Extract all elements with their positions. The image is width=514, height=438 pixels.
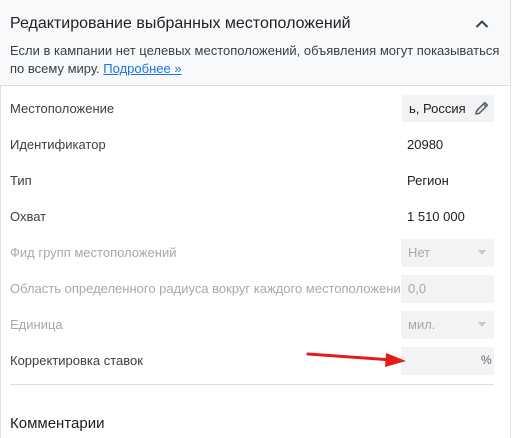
unit-select[interactable]: мил. <box>401 311 494 339</box>
edit-locations-panel: Редактирование выбранных местоположений … <box>0 0 514 438</box>
id-value: 20980 <box>407 137 444 152</box>
bid-adjustment-input[interactable]: % <box>401 347 494 375</box>
location-value: ь, Россия <box>409 101 466 116</box>
chevron-up-icon <box>475 20 489 28</box>
reach-label: Охват <box>10 209 47 224</box>
radius-input[interactable]: 0,0 <box>401 275 494 303</box>
panel-description: Если в кампании нет целевых местоположен… <box>10 42 500 78</box>
dropdown-arrow-icon <box>478 322 486 327</box>
red-arrow-annotation <box>306 352 406 367</box>
pencil-icon[interactable] <box>473 99 491 117</box>
percent-suffix: % <box>481 353 492 367</box>
unit-label: Единица <box>10 317 63 332</box>
learn-more-link[interactable]: Подробнее » <box>103 61 181 76</box>
dropdown-arrow-icon <box>478 250 486 255</box>
panel-header: Редактирование выбранных местоположений … <box>0 0 510 86</box>
id-label: Идентификатор <box>10 137 106 152</box>
collapse-button[interactable] <box>470 12 494 36</box>
unit-selected-value: мил. <box>408 317 436 332</box>
bid-adjustment-label: Корректировка ставок <box>10 353 143 368</box>
location-group-feed-label: Фид групп местоположений <box>10 245 177 260</box>
type-value: Регион <box>407 173 449 188</box>
location-label: Местоположение <box>10 101 115 116</box>
description-text: Если в кампании нет целевых местоположен… <box>10 43 500 76</box>
section-divider <box>10 384 494 385</box>
location-chip[interactable]: ь, Россия <box>402 95 494 122</box>
panel-title: Редактирование выбранных местоположений <box>10 15 351 32</box>
type-label: Тип <box>10 173 32 188</box>
radius-area-label: Область определенного радиуса вокруг каж… <box>10 281 408 296</box>
location-group-feed-select[interactable]: Нет <box>401 239 494 267</box>
feed-selected-value: Нет <box>408 245 431 260</box>
panel-right-border <box>510 0 511 438</box>
radius-value: 0,0 <box>408 281 427 296</box>
comments-heading: Комментарии <box>10 415 105 432</box>
reach-value: 1 510 000 <box>407 209 465 224</box>
